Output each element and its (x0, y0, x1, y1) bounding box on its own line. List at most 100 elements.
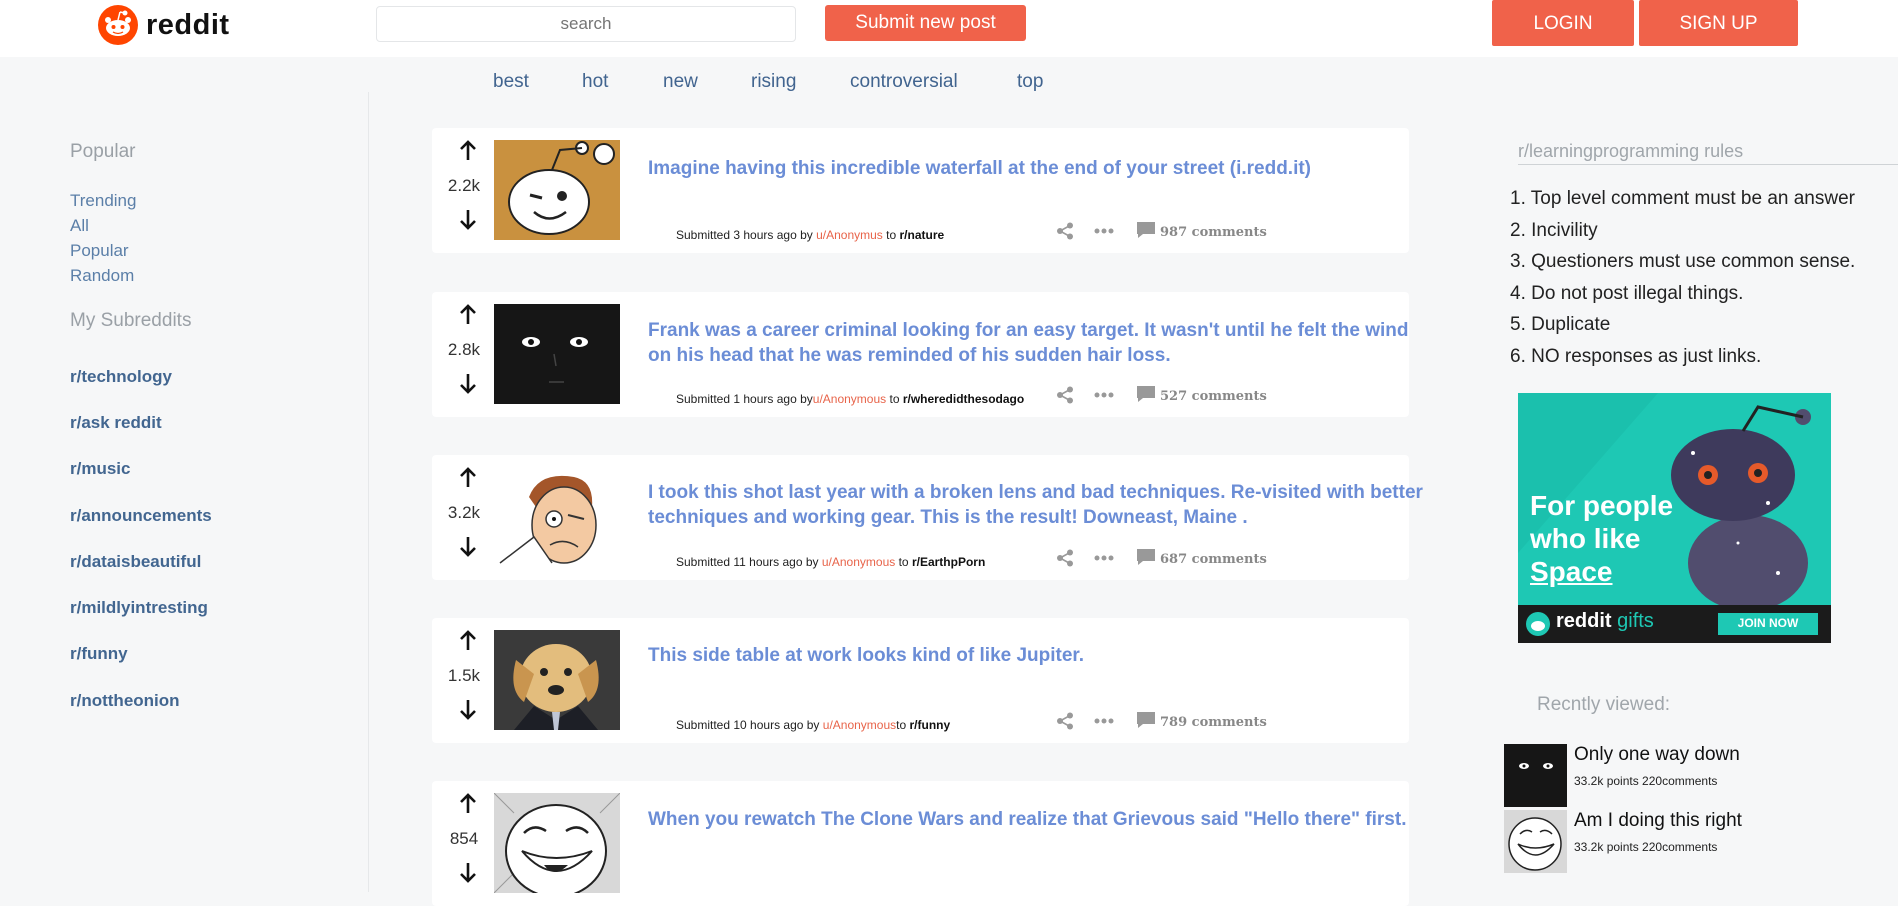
downvote-icon[interactable] (459, 861, 477, 883)
subreddit-link-askreddit[interactable]: r/ask reddit (70, 413, 162, 433)
comment-count-link[interactable]: 987 comments (1160, 225, 1267, 240)
subreddit-link-music[interactable]: r/music (70, 459, 130, 479)
post-subreddit-link[interactable]: r/funny (910, 718, 951, 732)
dark-face-thumbnail[interactable] (1504, 744, 1567, 807)
post-author-link[interactable]: u/Anonymous (822, 555, 895, 569)
reddit-gifts-ad[interactable]: For people who like Space reddit gifts J… (1518, 393, 1831, 643)
downvote-icon[interactable] (459, 698, 477, 720)
post-subreddit-link[interactable]: r/EarthpPorn (912, 555, 985, 569)
post-author-link[interactable]: u/Anonymous (813, 392, 886, 406)
comment-icon[interactable] (1136, 385, 1156, 403)
post-title[interactable]: Frank was a career criminal looking for … (648, 318, 1428, 368)
post-to-text: to (896, 718, 910, 732)
subreddit-link-nottheonion[interactable]: r/nottheonion (70, 691, 180, 711)
comment-icon[interactable] (1136, 711, 1156, 729)
more-options-icon[interactable] (1094, 392, 1114, 398)
ad-brand-suffix: gifts (1617, 610, 1654, 632)
share-icon[interactable] (1056, 386, 1074, 404)
post-subreddit-link[interactable]: r/nature (899, 228, 944, 242)
subreddit-link-technology[interactable]: r/technology (70, 367, 172, 387)
post-meta: Submitted 10 hours ago by u/Anonymousto … (676, 718, 950, 732)
recent-item[interactable]: Am I doing this right 33.2k points 220co… (1504, 810, 1884, 876)
upvote-icon[interactable] (459, 793, 477, 815)
post-meta: Submitted 1 hours ago byu/Anonymous to r… (676, 392, 1024, 406)
recent-item-title[interactable]: Am I doing this right (1574, 810, 1742, 832)
post-card[interactable]: 3.2k I took this shot last year with a b… (432, 455, 1423, 580)
sidebar-link-all[interactable]: All (70, 216, 89, 236)
downvote-icon[interactable] (459, 535, 477, 557)
upvote-icon[interactable] (459, 140, 477, 162)
share-icon[interactable] (1056, 222, 1074, 240)
subreddit-link-dataisbeautiful[interactable]: r/dataisbeautiful (70, 552, 201, 572)
rage-face-thumbnail[interactable] (494, 467, 620, 567)
sidebar-link-popular[interactable]: Popular (70, 241, 129, 261)
tab-controversial[interactable]: controversial (850, 71, 958, 93)
comment-icon[interactable] (1136, 221, 1156, 239)
tab-rising[interactable]: rising (751, 71, 796, 93)
more-options-icon[interactable] (1094, 228, 1114, 234)
subreddit-link-funny[interactable]: r/funny (70, 644, 128, 664)
subreddit-link-announcements[interactable]: r/announcements (70, 506, 212, 526)
rules-list: 1. Top level comment must be an answer 2… (1510, 188, 1855, 377)
ad-join-button[interactable]: JOIN NOW (1718, 616, 1818, 630)
recent-item-meta: 33.2k points 220comments (1574, 774, 1718, 788)
post-subreddit-link[interactable]: r/wheredidthesodago (903, 392, 1024, 406)
post-to-text: to (886, 392, 903, 406)
post-card[interactable]: 2.8k Frank was a career criminal looking… (432, 292, 1409, 417)
sidebar-link-random[interactable]: Random (70, 266, 134, 286)
downvote-icon[interactable] (459, 372, 477, 394)
search-input[interactable] (376, 6, 796, 42)
upvote-icon[interactable] (459, 304, 477, 326)
my-subreddits-heading: My Subreddits (70, 310, 192, 331)
upvote-icon[interactable] (459, 467, 477, 489)
post-author-link[interactable]: u/Anonymus (816, 228, 883, 242)
post-title[interactable]: I took this shot last year with a broken… (648, 480, 1428, 530)
subreddit-link-mildlyinteresting[interactable]: r/mildlyintresting (70, 598, 208, 618)
share-icon[interactable] (1056, 549, 1074, 567)
recent-item-title[interactable]: Only one way down (1574, 744, 1740, 766)
dog-in-suit-thumbnail[interactable] (494, 630, 620, 730)
upvote-icon[interactable] (459, 630, 477, 652)
rule-item: 1. Top level comment must be an answer (1510, 188, 1855, 209)
post-author-link[interactable]: u/Anonymous (823, 718, 896, 732)
post-card[interactable]: 1.5k This side table at work looks kind … (432, 618, 1409, 743)
more-options-icon[interactable] (1094, 555, 1114, 561)
post-card[interactable]: 2.2k Imagine having this incredible wate… (432, 128, 1409, 253)
brand-name: reddit (146, 8, 230, 41)
trollface-thumbnail[interactable] (494, 793, 620, 893)
comment-count-link[interactable]: 687 comments (1160, 552, 1267, 567)
post-submitted-text: Submitted 11 hours ago by (676, 555, 822, 569)
tab-best[interactable]: best (493, 71, 529, 93)
sidebar-link-trending[interactable]: Trending (70, 191, 136, 211)
submit-post-button[interactable]: Submit new post (825, 5, 1026, 41)
rule-item: 2. Incivility (1510, 219, 1598, 241)
ad-line-1: For people (1530, 490, 1674, 521)
signup-button[interactable]: SIGN UP (1639, 0, 1798, 46)
post-score: 3.2k (447, 503, 481, 522)
login-button[interactable]: LOGIN (1492, 0, 1634, 46)
share-icon[interactable] (1056, 712, 1074, 730)
recent-item[interactable]: Only one way down 33.2k points 220commen… (1504, 744, 1884, 810)
post-title[interactable]: When you rewatch The Clone Wars and real… (648, 807, 1428, 832)
post-score: 1.5k (447, 666, 481, 685)
ad-brand: reddit gifts (1556, 610, 1654, 633)
comment-icon[interactable] (1136, 548, 1156, 566)
more-options-icon[interactable] (1094, 718, 1114, 724)
tab-top[interactable]: top (1017, 71, 1043, 93)
post-submitted-text: Submitted 10 hours ago by (676, 718, 823, 732)
ad-line-3: Space (1530, 556, 1613, 587)
comment-count-link[interactable]: 789 comments (1160, 715, 1267, 730)
post-title[interactable]: This side table at work looks kind of li… (648, 643, 1428, 668)
dark-face-thumbnail[interactable] (494, 304, 620, 404)
tab-new[interactable]: new (663, 71, 698, 93)
snoo-wink-thumbnail[interactable] (494, 140, 620, 240)
post-title[interactable]: Imagine having this incredible waterfall… (648, 156, 1428, 181)
comment-count-link[interactable]: 527 comments (1160, 389, 1267, 404)
downvote-icon[interactable] (459, 208, 477, 230)
post-card[interactable]: 854 When you rewatch The Clone Wars and … (432, 781, 1409, 906)
top-header: reddit Submit new post LOGIN SIGN UP (0, 0, 1898, 57)
tab-hot[interactable]: hot (582, 71, 608, 93)
trollface-thumbnail[interactable] (1504, 810, 1567, 873)
rules-title: r/learningprogramming rules (1518, 141, 1898, 165)
reddit-logo[interactable]: reddit (98, 5, 230, 45)
